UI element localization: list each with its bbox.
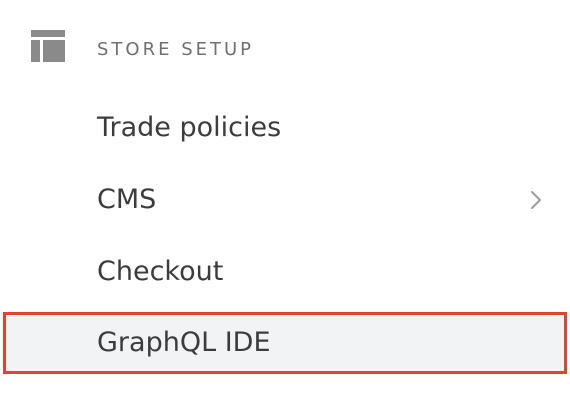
sidebar-item-label: CMS (97, 184, 157, 215)
layout-icon (31, 30, 65, 62)
sidebar-item-graphql-ide[interactable]: GraphQL IDE (3, 312, 567, 374)
sidebar-item-trade-policies[interactable]: Trade policies (0, 96, 570, 160)
sidebar-item-checkout[interactable]: Checkout (0, 240, 570, 304)
sidebar-item-cms[interactable]: CMS (0, 168, 570, 232)
chevron-right-icon (526, 188, 546, 212)
sidebar-section-header: STORE SETUP (0, 0, 570, 100)
sidebar-item-label: GraphQL IDE (97, 327, 271, 358)
sidebar-item-label: Checkout (97, 256, 224, 287)
section-title: STORE SETUP (97, 39, 255, 60)
sidebar-item-label: Trade policies (97, 112, 282, 143)
